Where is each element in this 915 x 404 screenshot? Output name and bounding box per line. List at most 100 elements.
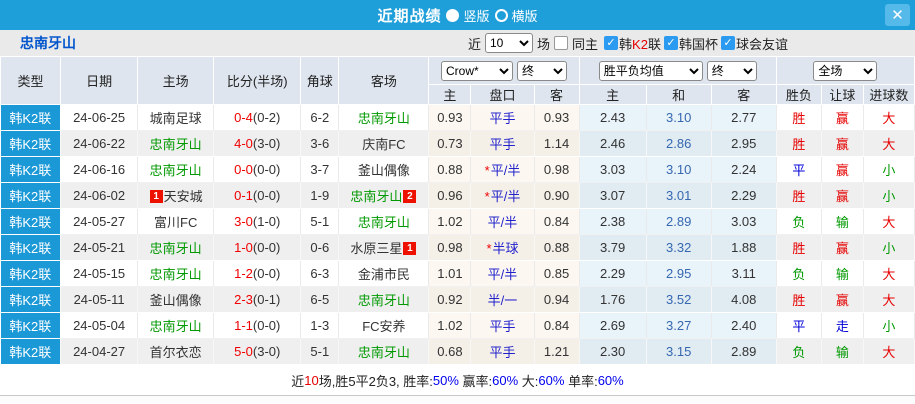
cell-result-handicap: 输 [821,338,864,365]
cell-corners: 5-1 [300,208,340,235]
cell-odds-home: 0.68 [428,338,472,365]
close-icon[interactable]: ✕ [885,4,910,26]
cell-result-handicap: 输 [821,260,864,287]
cell-date: 24-05-15 [60,260,139,287]
cell-odds-home: 0.88 [428,156,472,183]
cell-score: 0-0(0-0) [213,156,302,183]
cell-result-handicap: 赢 [821,286,864,313]
cell-away-team: 釜山偶像 [338,156,430,183]
cell-avg-home: 2.29 [579,260,647,287]
team-name: 天安城 [163,189,203,204]
cell-odds-away: 0.88 [534,234,580,261]
changed-odds-star-icon: * [486,241,492,256]
cell-odds-home: 0.98 [428,234,472,261]
cell-avg-home: 2.43 [579,104,647,131]
cell-score: 1-1(0-0) [213,312,302,339]
cell-result-wdl: 负 [776,208,822,235]
cell-handicap: *半球 [470,234,535,261]
cell-odds-away: 0.93 [534,104,580,131]
cell-handicap: 平手 [470,130,535,157]
cell-date: 24-06-22 [60,130,139,157]
fulltime-score: 2-3 [234,292,253,307]
layout-horizontal-label: 横版 [511,8,538,24]
col-header-corner: 角球 [300,56,340,105]
near-label: 近 [467,36,481,52]
card-badge: 1 [403,242,417,255]
same-home-checkbox[interactable] [554,36,569,50]
layout-vertical-label: 竖版 [463,8,490,24]
cell-handicap: 半/一 [470,286,535,313]
odds-stage-select[interactable]: 终 [517,60,567,81]
fulltime-score: 1-0 [234,240,253,255]
team-name: 忠南牙山 [149,163,202,178]
sub-header-result-goals: 进球数 [862,84,915,105]
radio-unselected-icon[interactable] [494,8,508,22]
cell-result-wdl: 胜 [776,286,822,313]
avg-stage-select[interactable]: 终 [706,60,757,81]
cell-handicap: 平/半 [470,260,535,287]
cell-result-goals: 小 [863,156,915,183]
league-filters: 韩K2联 韩国杯 球会友谊 [604,34,790,53]
table-row: 韩K2联 24-05-21 忠南牙山 1-0(0-0) 0-6 水原三星 1 0.98 *半球 0… [0,234,915,261]
cell-corners: 3-6 [300,130,340,157]
cell-away-team: FC安养 [338,312,430,339]
cell-result-handicap: 走 [821,312,864,339]
cell-avg-away: 2.40 [711,312,777,339]
summary-segment-4: 赢率: [458,373,493,389]
cell-odds-home: 1.01 [428,260,472,287]
bookmaker-select[interactable]: Crow* [441,60,513,81]
cell-league-type: 韩K2联 [0,234,62,261]
halftime-score: (1-0) [252,214,281,229]
cell-avg-draw: 3.10 [646,104,712,131]
cell-avg-draw: 3.52 [646,286,712,313]
cell-odds-home: 0.96 [428,182,472,209]
summary-segment-9: 60% [597,372,624,388]
fulltime-score: 1-2 [234,266,253,281]
cell-result-goals: 大 [863,260,915,287]
cell-date: 24-06-16 [60,156,139,183]
cell-league-type: 韩K2联 [0,130,62,157]
team-name: 忠南牙山 [149,319,202,334]
avg-select[interactable]: 胜平负均值 [598,60,703,81]
cell-odds-home: 0.73 [428,130,472,157]
layout-vertical-option[interactable]: 竖版 [443,6,490,25]
halftime-score: (3-0) [252,344,281,359]
cell-result-wdl: 胜 [776,234,822,261]
cell-home-team: 忠南牙山 [137,156,215,183]
table-row: 韩K2联 24-06-25 城南足球 0-4(0-2) 6-2 忠南牙山 0.93 平手 0.9… [0,104,915,131]
cell-odds-away: 0.98 [534,156,580,183]
summary-segment-0: 近 [291,373,305,389]
cell-avg-away: 3.03 [711,208,777,235]
cell-result-goals: 小 [863,182,915,209]
cell-avg-draw: 3.01 [646,182,712,209]
cell-odds-home: 0.92 [428,286,472,313]
cell-result-wdl: 负 [776,260,822,287]
team-name: 庆南FC [362,137,406,152]
fulltime-select[interactable]: 全场 [813,60,878,81]
table-row: 韩K2联 24-05-11 釜山偶像 2-3(0-1) 6-5 忠南牙山 0.92 半/一 0.… [0,286,915,313]
summary-segment-7: 60% [538,372,565,388]
league-checkbox-0[interactable] [604,36,619,50]
team-name: 忠南牙山 [149,241,202,256]
cell-corners: 6-5 [300,286,340,313]
cell-home-team: 釜山偶像 [137,286,215,313]
label-part: 韩国杯 [678,36,718,52]
sub-header-odds-away: 客 [533,84,580,105]
cell-league-type: 韩K2联 [0,182,62,209]
cell-result-handicap: 赢 [821,130,864,157]
handicap-text: 平手 [489,111,516,126]
cell-handicap: *平/半 [470,182,535,209]
layout-horizontal-option[interactable]: 横版 [492,6,538,25]
radio-selected-icon[interactable] [446,8,460,22]
summary-segment-6: 大: [518,373,539,389]
cell-handicap: 平手 [470,104,535,131]
league-checkbox-2[interactable] [720,36,735,50]
match-count-select[interactable]: 10 [485,33,533,53]
cell-corners: 6-3 [300,260,340,287]
cell-result-wdl: 平 [776,156,822,183]
cell-odds-away: 0.85 [534,260,580,287]
cell-away-team: 水原三星 1 [338,234,430,261]
league-checkbox-label-2: 球会友谊 [736,34,788,53]
card-badge: 1 [149,190,163,203]
league-checkbox-1[interactable] [663,36,678,50]
